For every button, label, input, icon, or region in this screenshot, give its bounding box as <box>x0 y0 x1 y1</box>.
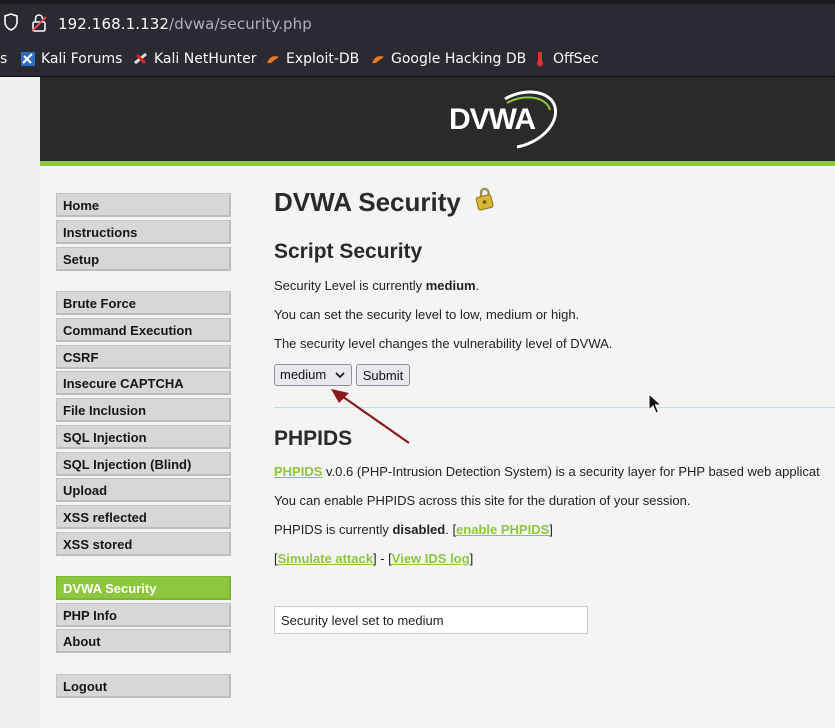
view-ids-log-link[interactable]: View IDS log <box>392 551 470 566</box>
menu-item-file-inclusion[interactable]: File Inclusion <box>56 398 231 422</box>
current-level: medium <box>425 278 476 293</box>
browser-url-bar[interactable]: 192.168.1.132/dvwa/security.php <box>0 0 835 44</box>
menu-item-insecure-captcha[interactable]: Insecure CAPTCHA <box>56 371 231 395</box>
bookmarks-toolbar: s Kali Forums Kali NetHunter Exploit-DB … <box>0 44 835 77</box>
exploit-db-icon <box>267 56 279 63</box>
annotation-arrow-icon <box>331 389 410 444</box>
google-hacking-db-icon <box>372 56 384 63</box>
menu-item-about[interactable]: About <box>56 629 231 653</box>
select-value: medium <box>280 367 327 382</box>
menu-item-sql-injection-blind[interactable]: SQL Injection (Blind) <box>56 452 231 476</box>
security-level-select[interactable]: medium <box>274 364 352 386</box>
enable-phpids-link[interactable]: enable PHPIDS <box>456 522 549 537</box>
phpids-description: PHPIDS v.0.6 (PHP-Intrusion Detection Sy… <box>274 464 820 479</box>
bookmark-exploit-db[interactable]: Exploit-DB <box>265 51 359 67</box>
phpids-status-text: PHPIDS is currently disabled. [enable PH… <box>274 522 553 537</box>
phpids-links: [Simulate attack] - [View IDS log] <box>274 551 474 566</box>
logo-text: DVWA <box>449 103 535 136</box>
menu-item-php-info[interactable]: PHP Info <box>56 603 231 627</box>
menu-item-command-execution[interactable]: Command Execution <box>56 318 231 342</box>
chevron-down-icon <box>335 372 345 379</box>
dvwa-header <box>40 77 835 161</box>
shield-icon <box>4 13 18 31</box>
bookmark-kali-nethunter[interactable]: Kali NetHunter <box>133 51 256 67</box>
offsec-icon <box>537 52 543 67</box>
kali-forums-icon <box>21 52 35 66</box>
phpids-status-value: disabled <box>392 522 446 537</box>
phpids-enable-text: You can enable PHPIDS across this site f… <box>274 493 691 508</box>
insecure-lock-icon[interactable] <box>30 13 48 33</box>
page-title: DVWA Security <box>274 187 461 217</box>
bookmark-offsec[interactable]: OffSec <box>532 51 599 67</box>
url-host: 192.168.1.132 <box>58 15 170 33</box>
security-level-text: Security Level is currently medium. <box>274 278 480 293</box>
menu-item-csrf[interactable]: CSRF <box>56 345 231 369</box>
bookmark-kali-forums[interactable]: Kali Forums <box>20 51 122 67</box>
mouse-cursor-icon <box>648 393 662 414</box>
menu-item-logout[interactable]: Logout <box>56 674 231 698</box>
status-message: Security level set to medium <box>274 606 588 634</box>
phpids-link[interactable]: PHPIDS <box>274 464 322 479</box>
padlock-icon <box>475 187 494 211</box>
bookmark-google-hacking-db[interactable]: Google Hacking DB <box>370 51 526 67</box>
set-level-text: You can set the security level to low, m… <box>274 307 580 322</box>
menu-item-xss-stored[interactable]: XSS stored <box>56 532 231 556</box>
menu-item-brute-force[interactable]: Brute Force <box>56 291 231 315</box>
dvwa-logo[interactable]: DVWA <box>447 85 563 151</box>
bookmark-truncated[interactable]: s <box>0 51 7 67</box>
menu-item-dvwa-security[interactable]: DVWA Security <box>56 576 231 600</box>
page-gutter <box>0 77 40 728</box>
submit-button[interactable]: Submit <box>356 364 410 386</box>
menu-item-instructions[interactable]: Instructions <box>56 220 231 244</box>
menu-item-xss-reflected[interactable]: XSS reflected <box>56 505 231 529</box>
url-path: /dvwa/security.php <box>169 15 312 33</box>
menu-item-home[interactable]: Home <box>56 193 231 217</box>
simulate-attack-link[interactable]: Simulate attack <box>278 551 373 566</box>
menu-item-upload[interactable]: Upload <box>56 478 231 502</box>
script-security-heading: Script Security <box>274 240 423 263</box>
level-changes-text: The security level changes the vulnerabi… <box>274 336 613 351</box>
menu-item-sql-injection[interactable]: SQL Injection <box>56 425 231 449</box>
url-text[interactable]: 192.168.1.132/dvwa/security.php <box>58 15 312 33</box>
kali-nethunter-icon <box>134 52 147 65</box>
menu-item-setup[interactable]: Setup <box>56 247 231 271</box>
